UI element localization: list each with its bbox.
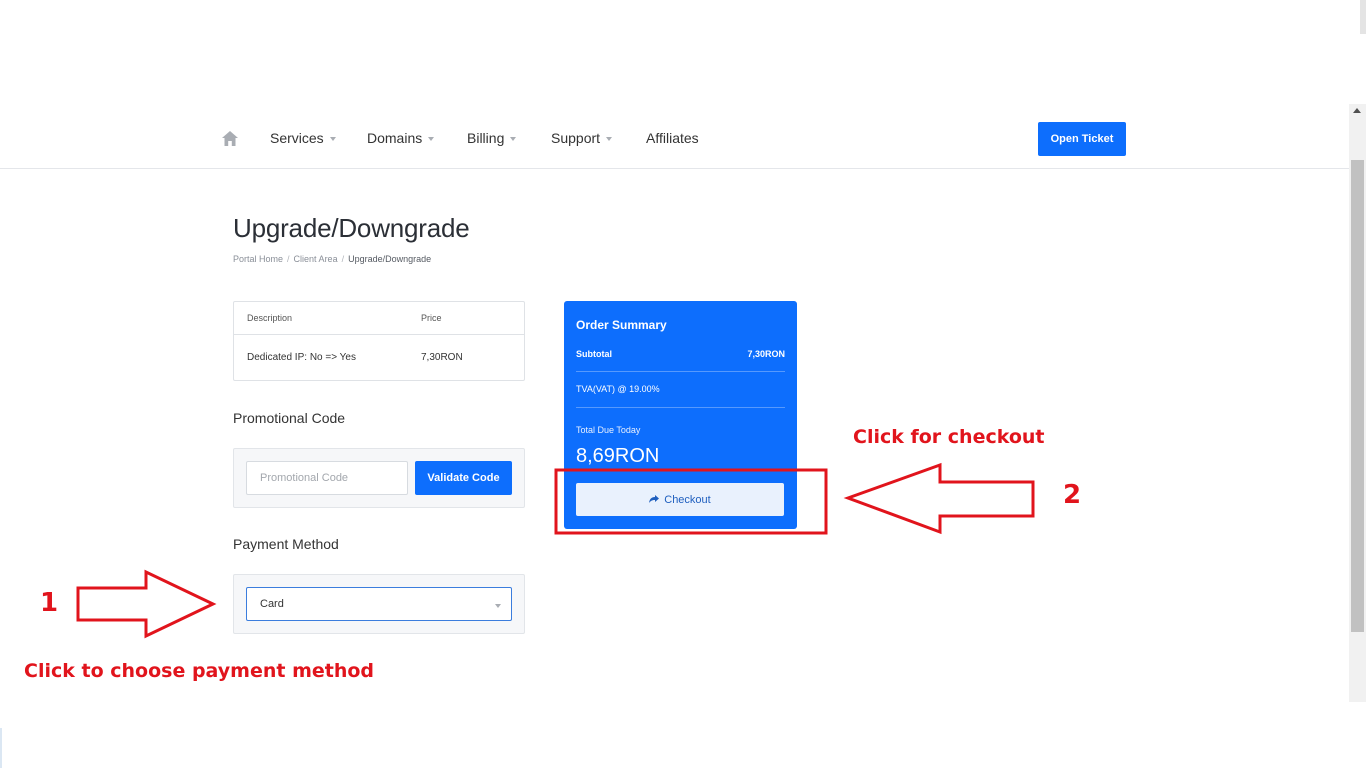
scrollbar-thumb[interactable] xyxy=(1351,160,1364,632)
home-icon[interactable] xyxy=(222,131,238,146)
chevron-down-icon xyxy=(606,136,613,141)
nav-support[interactable]: Support xyxy=(551,130,613,146)
chevron-down-icon xyxy=(510,136,517,141)
step-2-instruction: Click for checkout xyxy=(853,426,1045,448)
nav-domains[interactable]: Domains xyxy=(367,130,435,146)
open-ticket-button[interactable]: Open Ticket xyxy=(1038,122,1126,156)
breadcrumb-separator: / xyxy=(287,254,290,264)
chevron-down-icon xyxy=(495,604,501,608)
summary-divider xyxy=(576,371,785,372)
subtotal-row: Subtotal 7,30RON xyxy=(576,349,785,359)
summary-divider xyxy=(576,407,785,408)
promo-code-input[interactable] xyxy=(246,461,408,495)
subtotal-label: Subtotal xyxy=(576,349,612,359)
scroll-up-arrow-icon[interactable] xyxy=(1353,108,1361,113)
upgrade-items-table: Description Price Dedicated IP: No => Ye… xyxy=(233,301,525,381)
subtotal-value: 7,30RON xyxy=(747,349,785,359)
total-due-value: 8,69RON xyxy=(576,445,660,467)
checkout-label: Checkout xyxy=(664,493,711,506)
share-arrow-icon xyxy=(649,495,660,503)
checkout-button[interactable]: Checkout xyxy=(576,483,784,516)
nav-affiliates-label: Affiliates xyxy=(646,130,699,146)
tax-row: TVA(VAT) @ 19.00% xyxy=(576,384,785,394)
payment-heading: Payment Method xyxy=(233,536,339,552)
table-cell-price: 7,30RON xyxy=(421,352,463,363)
total-due-label: Total Due Today xyxy=(576,425,641,435)
step-1-instruction: Click to choose payment method xyxy=(24,660,375,682)
nav-domains-label: Domains xyxy=(367,130,423,146)
arrow-to-checkout-annotation xyxy=(843,462,1035,535)
step-2-number: 2 xyxy=(1063,480,1082,510)
breadcrumb: Portal Home / Client Area / Upgrade/Down… xyxy=(233,254,431,264)
top-scrollbar-sliver xyxy=(1360,0,1366,34)
table-cell-description: Dedicated IP: No => Yes xyxy=(247,352,356,363)
order-summary-panel: Order Summary Subtotal 7,30RON TVA(VAT) … xyxy=(564,301,797,529)
breadcrumb-client-area[interactable]: Client Area xyxy=(294,254,338,264)
validate-code-button[interactable]: Validate Code xyxy=(415,461,512,495)
page-title: Upgrade/Downgrade xyxy=(233,213,470,243)
table-header: Description Price xyxy=(234,302,524,335)
tax-label: TVA(VAT) @ 19.00% xyxy=(576,384,660,394)
nav-services[interactable]: Services xyxy=(270,130,336,146)
breadcrumb-portal-home[interactable]: Portal Home xyxy=(233,254,283,264)
order-summary-title: Order Summary xyxy=(576,318,667,332)
breadcrumb-separator: / xyxy=(341,254,345,264)
left-edge-sliver xyxy=(0,728,2,768)
chevron-down-icon xyxy=(428,136,435,141)
step-1-number: 1 xyxy=(40,588,59,618)
column-header-price: Price xyxy=(421,313,442,323)
payment-method-value: Card xyxy=(260,598,284,610)
payment-method-select[interactable]: Card xyxy=(246,587,512,621)
arrow-to-payment-annotation xyxy=(76,569,217,639)
column-header-description: Description xyxy=(247,313,293,323)
promo-heading: Promotional Code xyxy=(233,410,346,426)
nav-affiliates[interactable]: Affiliates xyxy=(646,130,699,146)
chevron-down-icon xyxy=(329,136,336,141)
nav-billing[interactable]: Billing xyxy=(467,130,517,146)
nav-support-label: Support xyxy=(551,130,601,146)
nav-services-label: Services xyxy=(270,130,324,146)
breadcrumb-current: Upgrade/Downgrade xyxy=(348,254,432,264)
nav-billing-label: Billing xyxy=(467,130,505,146)
